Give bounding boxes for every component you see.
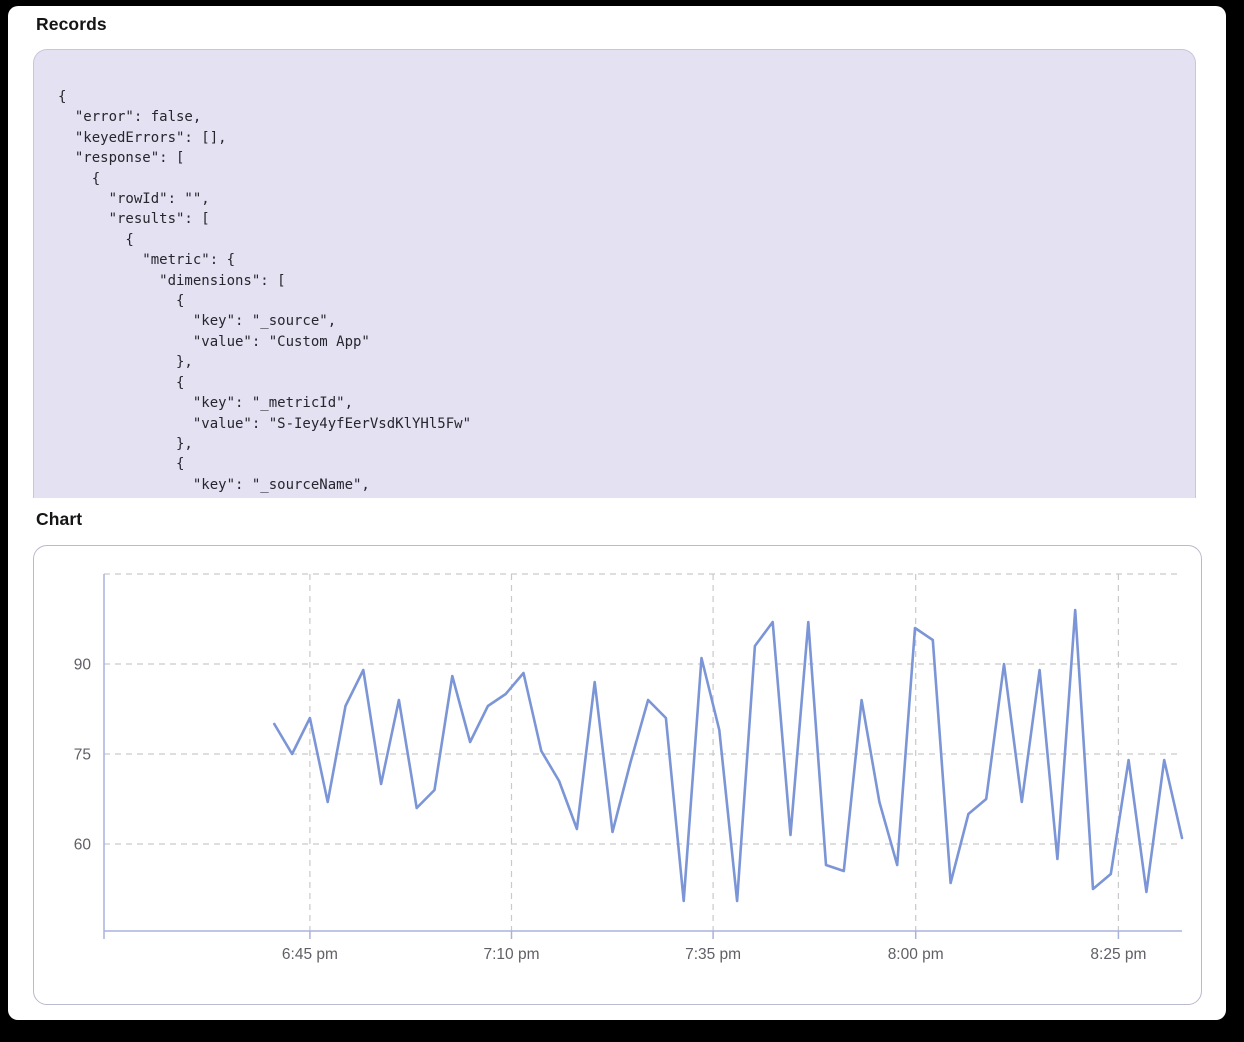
x-tick-label: 7:10 pm <box>483 946 539 963</box>
x-tick-label: 8:00 pm <box>888 946 944 963</box>
x-tick-label: 7:35 pm <box>685 946 741 963</box>
records-section-title: Records <box>36 14 107 35</box>
app-window: Records { "error": false, "keyedErrors":… <box>8 6 1226 1020</box>
chart-series-line <box>274 610 1182 901</box>
chart-panel: 6:45 pm 7:10 pm 7:35 pm 8:00 pm 8:25 pm 90 75 6… <box>33 545 1202 1005</box>
y-tick-label: 60 <box>74 837 92 854</box>
x-tick-label: 6:45 pm <box>282 946 338 963</box>
line-chart-svg[interactable]: 6:45 pm 7:10 pm 7:35 pm 8:00 pm 8:25 pm 90 75 6… <box>34 546 1200 1002</box>
y-tick-label: 90 <box>74 657 92 674</box>
chart-section-title: Chart <box>36 509 82 530</box>
records-json-code: { "error": false, "keyedErrors": [], "re… <box>34 50 1195 495</box>
x-tick-label: 8:25 pm <box>1090 946 1146 963</box>
records-json-panel[interactable]: { "error": false, "keyedErrors": [], "re… <box>33 49 1196 498</box>
y-tick-label: 75 <box>74 747 91 764</box>
